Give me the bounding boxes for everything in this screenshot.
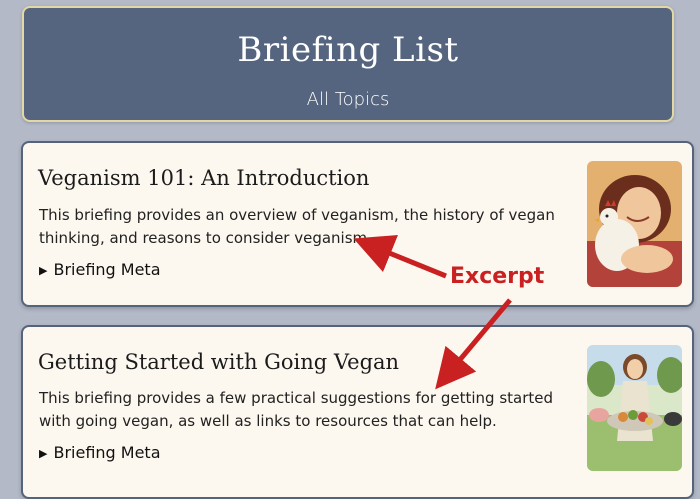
annotation-arrows — [353, 234, 512, 390]
arrow-to-excerpt-1 — [353, 234, 447, 279]
arrow-to-excerpt-2 — [435, 298, 512, 390]
